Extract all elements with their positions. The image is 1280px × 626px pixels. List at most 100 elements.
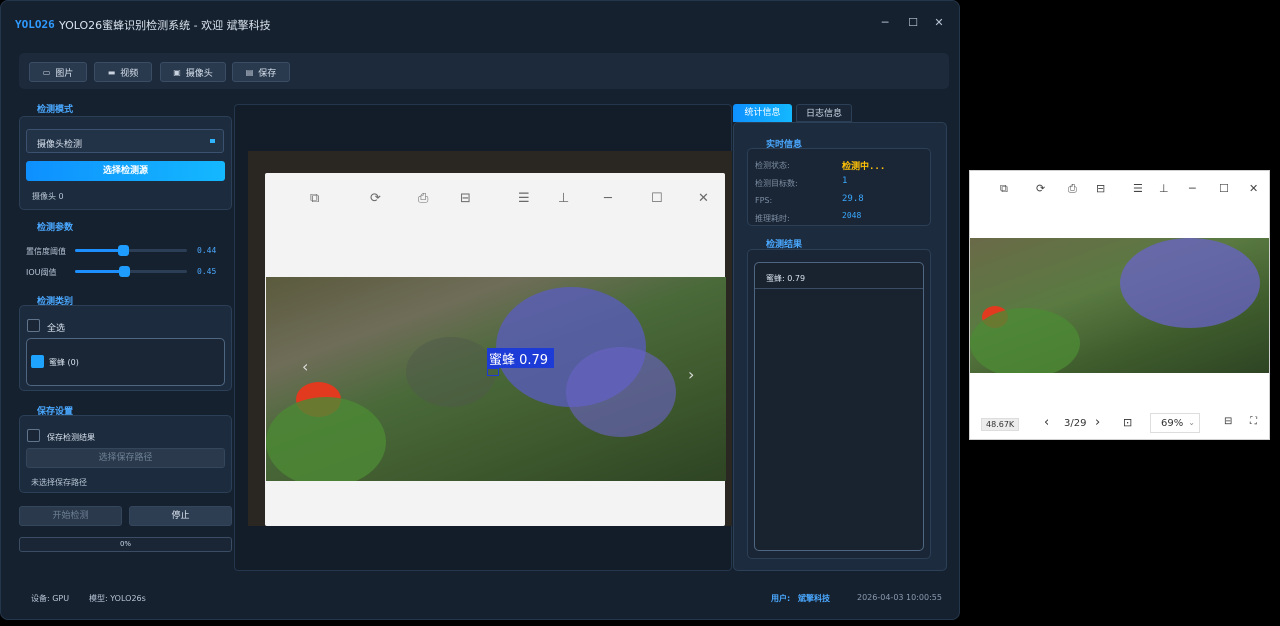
mode-select-value: 摄像头检测: [37, 140, 83, 150]
minimize-button[interactable]: ─: [875, 13, 895, 33]
save-button-label: 保存: [258, 68, 277, 79]
close-icon: ✕: [698, 191, 709, 206]
rocks: [406, 337, 496, 407]
share-icon: ⊟: [460, 191, 471, 206]
viewer-bottom-bar: 48.67K ‹ 3/29 › ⊡ 69% ⌄ ⊟ ⛶: [970, 409, 1269, 439]
mode-section-title: 检测模式: [37, 105, 74, 115]
print-icon: ⎙: [418, 191, 429, 206]
share-icon[interactable]: ⊟: [1096, 182, 1105, 195]
minimize-icon[interactable]: ─: [1189, 182, 1196, 195]
user-label: 用户:: [771, 594, 791, 603]
save-results-checkbox[interactable]: [27, 429, 40, 442]
conf-slider[interactable]: [75, 245, 187, 256]
window-title: YOLO26蜜蜂识别检测系统 - 欢迎 斌擎科技: [59, 19, 271, 32]
fps-value: 29.8: [842, 194, 864, 204]
datetime: 2026-04-03 10:00:55: [857, 593, 942, 602]
image-button[interactable]: ▭ 图片: [29, 62, 87, 82]
zoom-value: 69%: [1161, 418, 1184, 429]
page-indicator: 3/29: [1064, 418, 1087, 429]
image-icon: ▭: [42, 67, 51, 77]
menu-icon[interactable]: ☰: [1133, 182, 1143, 195]
zoom-select[interactable]: 69% ⌄: [1150, 413, 1200, 433]
close-icon[interactable]: ✕: [1249, 182, 1258, 195]
pin-icon[interactable]: ⊥: [1159, 182, 1169, 195]
user-value: 斌擎科技: [798, 594, 830, 603]
camera-frame: ⧉ ⟳ ⎙ ⊟ ☰ ⊥ ─ ☐ ✕ ‹ ›: [248, 151, 732, 526]
garden-photo: [970, 238, 1269, 373]
camera-button[interactable]: ▣ 摄像头: [160, 62, 226, 82]
iou-value: 0.45: [197, 267, 217, 276]
select-source-button[interactable]: 选择检测源: [26, 161, 225, 181]
minimize-icon: ─: [604, 191, 612, 206]
conf-value: 0.44: [197, 246, 217, 255]
image-edit-icon[interactable]: ⧉: [1000, 182, 1008, 196]
chevron-down-icon: [210, 139, 215, 143]
maximize-button[interactable]: ☐: [903, 13, 923, 33]
iou-label: IOU阈值: [26, 268, 57, 277]
iou-slider-handle[interactable]: [119, 266, 130, 277]
toolbar: ▭ 图片 ▬ 视频 ▣ 摄像头 ▤ 保存: [19, 53, 949, 89]
time-value: 2048: [842, 211, 862, 220]
actual-size-icon[interactable]: ⊡: [1123, 416, 1132, 429]
tab-stats[interactable]: 统计信息: [733, 104, 792, 122]
select-all-checkbox[interactable]: [27, 319, 40, 332]
main-window: YOLO26 YOLO26蜜蜂识别检测系统 - 欢迎 斌擎科技 ─ ☐ ✕ ▭ …: [0, 0, 960, 620]
next-arrow-icon: ›: [688, 365, 695, 384]
source-info: 摄像头 0: [32, 192, 64, 201]
mode-select[interactable]: 摄像头检测: [26, 129, 224, 153]
select-all-label: 全选: [47, 324, 66, 334]
slideshow-icon[interactable]: ⊟: [1224, 416, 1232, 427]
count-label: 检测目标数:: [755, 179, 798, 188]
choose-path-button[interactable]: 选择保存路径: [26, 448, 225, 468]
maximize-icon[interactable]: ☐: [1219, 182, 1229, 195]
crop-icon[interactable]: ⟳: [1036, 182, 1045, 195]
status-value: 检测中...: [842, 162, 886, 172]
camera-button-label: 摄像头: [185, 68, 213, 79]
conf-slider-fill: [75, 249, 124, 252]
pin-icon: ⊥: [558, 191, 570, 206]
class-bee-label: 蜜蜂 (0): [49, 358, 79, 367]
tab-log[interactable]: 日志信息: [796, 104, 852, 122]
chevron-down-icon: ⌄: [1188, 418, 1195, 427]
save-icon: ▤: [245, 67, 254, 77]
save-button[interactable]: ▤ 保存: [232, 62, 290, 82]
iou-slider-fill: [75, 270, 125, 273]
status-label: 检测状态:: [755, 161, 790, 170]
progress-bar: 0%: [19, 537, 232, 552]
device-info: 设备: GPU: [31, 594, 70, 603]
camera-icon: ▣: [173, 67, 181, 77]
leaves: [970, 308, 1080, 373]
start-button[interactable]: 开始检测: [19, 506, 122, 526]
iou-slider[interactable]: [75, 266, 187, 277]
fps-label: FPS:: [755, 196, 773, 205]
leaves: [266, 397, 386, 481]
print-icon[interactable]: ⎙: [1068, 182, 1077, 196]
results-list: [754, 262, 924, 551]
flower-cluster: [566, 347, 676, 437]
prev-arrow-icon: ‹: [302, 357, 309, 376]
prev-page-icon[interactable]: ‹: [1044, 415, 1049, 430]
class-bee-checkbox[interactable]: [31, 355, 44, 368]
maximize-icon: ☐: [651, 191, 663, 206]
conf-label: 置信度阈值: [26, 247, 66, 256]
detection-box-label: 蜜蜂 0.79: [487, 348, 554, 368]
image-viewer-window: ⧉ ⟳ ⎙ ⊟ ☰ ⊥ ─ ☐ ✕ 48.67K ‹ 3/29 › ⊡ 69% …: [969, 170, 1270, 440]
image-edit-icon: ⧉: [310, 191, 320, 206]
app-logo: YOLO26: [15, 18, 55, 31]
save-results-label: 保存检测结果: [47, 433, 95, 442]
stop-button[interactable]: 停止: [129, 506, 232, 526]
image-button-label: 图片: [55, 68, 74, 79]
params-section-title: 检测参数: [37, 223, 74, 233]
garden-photo: [266, 277, 726, 481]
count-value: 1: [842, 176, 848, 186]
conf-slider-handle[interactable]: [118, 245, 129, 256]
video-icon: ▬: [107, 67, 116, 77]
menu-icon: ☰: [518, 191, 530, 206]
result-item: 蜜蜂: 0.79: [766, 274, 806, 283]
fullscreen-icon[interactable]: ⛶: [1250, 416, 1257, 427]
file-size: 48.67K: [981, 418, 1020, 431]
video-button[interactable]: ▬ 视频: [94, 62, 152, 82]
crop-icon: ⟳: [370, 191, 381, 206]
close-button[interactable]: ✕: [929, 13, 949, 33]
next-page-icon[interactable]: ›: [1095, 415, 1100, 430]
